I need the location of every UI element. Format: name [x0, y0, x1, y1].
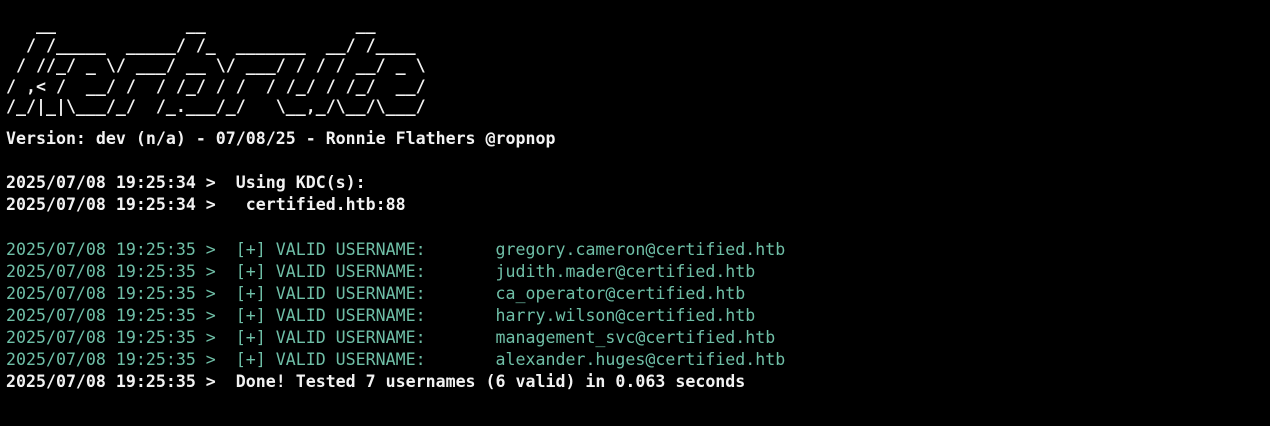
valid-username-line: 2025/07/08 19:25:35 > [+] VALID USERNAME… — [6, 327, 1270, 349]
username: management_svc@certified.htb — [495, 327, 776, 347]
valid-username-line: 2025/07/08 19:25:35 > [+] VALID USERNAME… — [6, 305, 1270, 327]
kerbrute-ascii-banner: __ __ __ / /_____ _____/ /_ _______ __/ … — [6, 15, 426, 116]
version-line: Version: dev (n/a) - 07/08/25 - Ronnie F… — [6, 128, 556, 148]
log-prefix: 2025/07/08 19:25:35 > [+] VALID USERNAME… — [6, 327, 426, 347]
valid-username-line: 2025/07/08 19:25:35 > [+] VALID USERNAME… — [6, 239, 1270, 261]
username: harry.wilson@certified.htb — [495, 305, 756, 325]
log-prefix: 2025/07/08 19:25:35 > [+] VALID USERNAME… — [6, 349, 426, 369]
terminal-window[interactable]: __ __ __ / /_____ _____/ /_ _______ __/ … — [0, 0, 1270, 426]
valid-username-line: 2025/07/08 19:25:35 > [+] VALID USERNAME… — [6, 283, 1270, 305]
valid-username-line: 2025/07/08 19:25:35 > [+] VALID USERNAME… — [6, 261, 1270, 283]
log-prefix: 2025/07/08 19:25:35 > [+] VALID USERNAME… — [6, 261, 426, 281]
log-prefix: 2025/07/08 19:25:35 > [+] VALID USERNAME… — [6, 239, 426, 259]
username: judith.mader@certified.htb — [495, 261, 756, 281]
username: gregory.cameron@certified.htb — [495, 239, 786, 259]
kdc-line: 2025/07/08 19:25:34 > certified.htb:88 — [6, 194, 406, 214]
username: ca_operator@certified.htb — [495, 283, 746, 303]
username: alexander.huges@certified.htb — [495, 349, 786, 369]
log-prefix: 2025/07/08 19:25:35 > [+] VALID USERNAME… — [6, 305, 426, 325]
valid-username-line: 2025/07/08 19:25:35 > [+] VALID USERNAME… — [6, 349, 1270, 371]
log-prefix: 2025/07/08 19:25:35 > [+] VALID USERNAME… — [6, 283, 426, 303]
done-summary-line: 2025/07/08 19:25:35 > Done! Tested 7 use… — [6, 371, 746, 391]
kdc-line: 2025/07/08 19:25:34 > Using KDC(s): — [6, 172, 366, 192]
